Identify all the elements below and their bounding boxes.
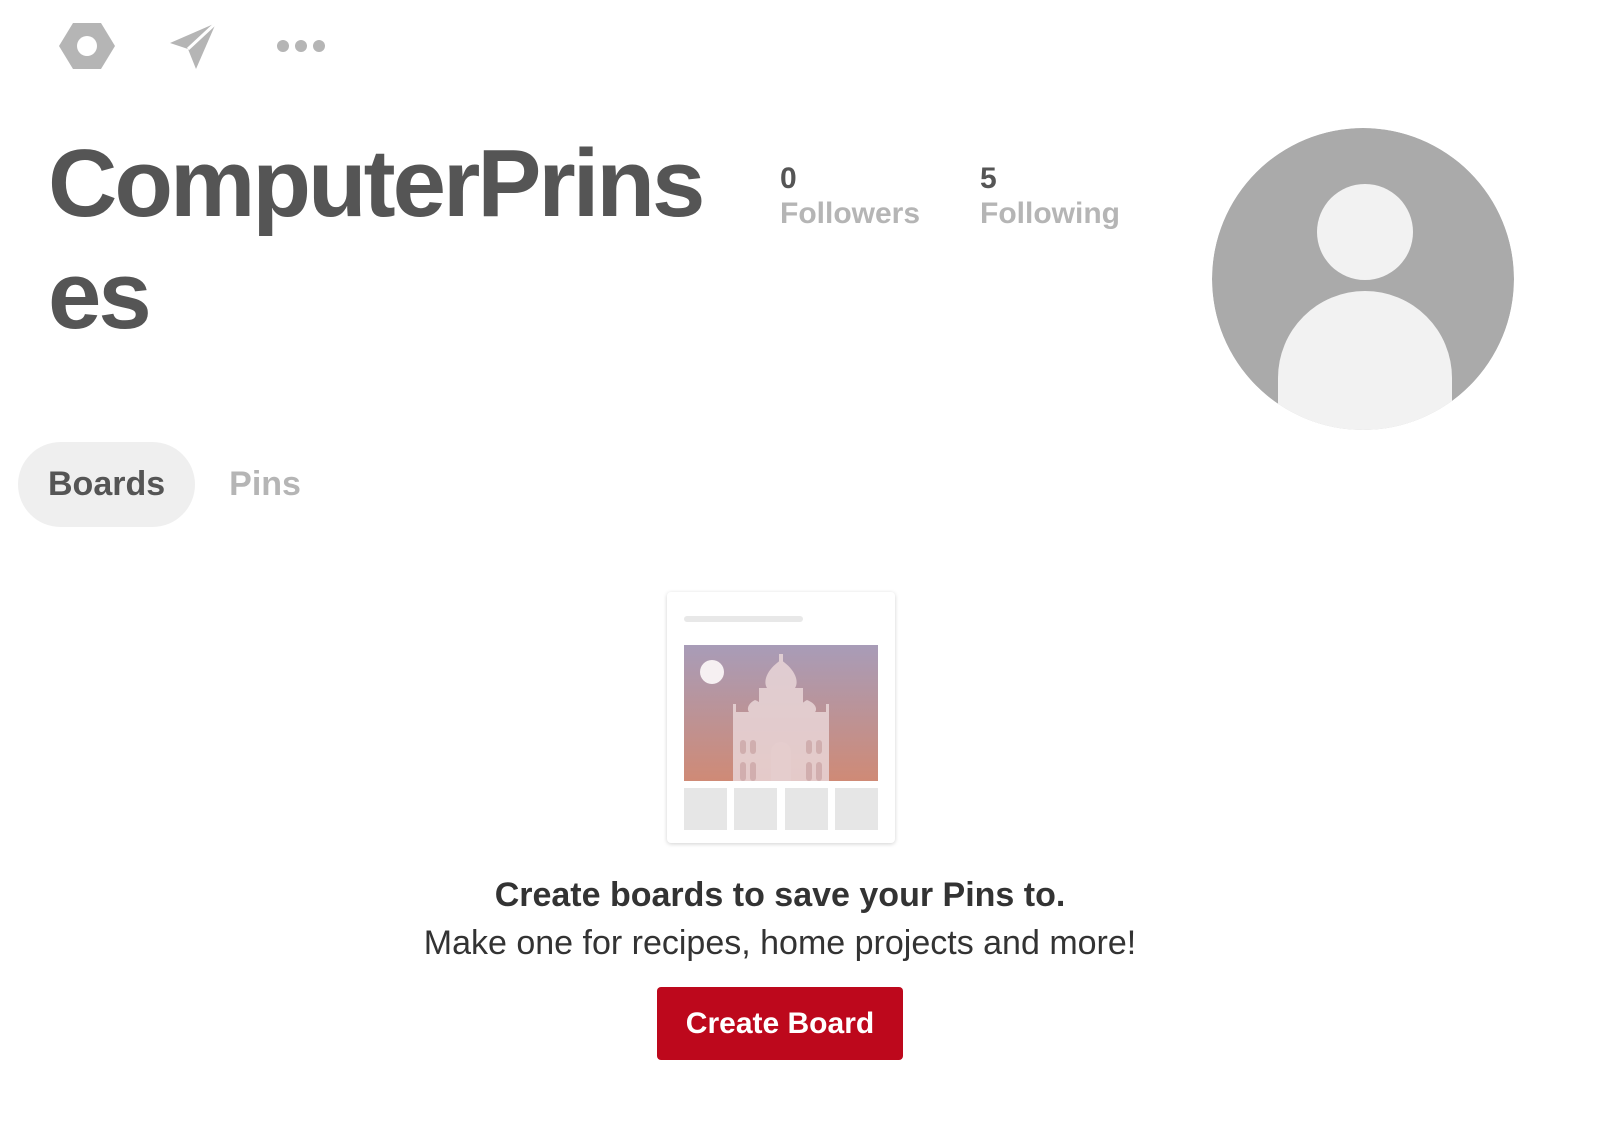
- settings-icon: [58, 21, 116, 71]
- tab-pins[interactable]: Pins: [199, 442, 331, 527]
- following-label: Following: [980, 197, 1120, 230]
- profile-tabs: Boards Pins: [18, 442, 331, 527]
- profile-toolbar: [58, 18, 378, 74]
- create-board-button[interactable]: Create Board: [657, 987, 903, 1060]
- empty-board-illustration: [667, 592, 895, 843]
- settings-button[interactable]: [58, 18, 116, 74]
- followers-label: Followers: [780, 197, 921, 230]
- followers-stat[interactable]: 0 Followers: [780, 162, 920, 232]
- empty-state-subtitle: Make one for recipes, home projects and …: [423, 924, 1137, 962]
- following-stat[interactable]: 5 Following: [980, 162, 1120, 232]
- profile-page: ComputerPrinses 0 Followers 5 Following …: [0, 0, 1618, 1142]
- send-icon: [168, 21, 218, 71]
- send-button[interactable]: [162, 18, 224, 74]
- followers-count: 0: [780, 162, 797, 195]
- following-count: 5: [980, 162, 997, 195]
- tab-boards[interactable]: Boards: [18, 442, 196, 527]
- more-options-button[interactable]: [270, 18, 332, 74]
- more-icon: [276, 38, 326, 54]
- profile-name: ComputerPrinses: [48, 130, 705, 349]
- default-avatar-icon: [1212, 128, 1514, 430]
- empty-state-title: Create boards to save your Pins to.: [494, 876, 1066, 914]
- avatar[interactable]: [1212, 128, 1514, 430]
